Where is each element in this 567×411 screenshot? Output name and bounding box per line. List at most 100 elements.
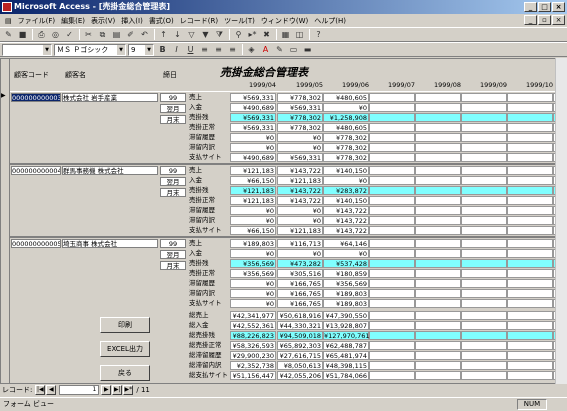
total-cell[interactable]	[369, 361, 415, 370]
amount-cell[interactable]	[507, 93, 553, 102]
spell-check-icon[interactable]: ✓	[63, 29, 76, 41]
total-cell[interactable]	[507, 351, 553, 360]
amount-cell[interactable]	[461, 153, 507, 162]
align-left-icon[interactable]: ≡	[198, 44, 211, 56]
payment-term-field[interactable]: 月末	[160, 261, 186, 270]
new-object-icon[interactable]: ◫	[293, 29, 306, 41]
amount-cell[interactable]	[507, 166, 553, 175]
amount-cell[interactable]	[461, 279, 507, 288]
amount-cell[interactable]	[369, 123, 415, 132]
amount-cell[interactable]: ¥490,689	[230, 103, 276, 112]
amount-cell[interactable]: ¥189,803	[323, 299, 369, 308]
total-cell[interactable]: ¥42,055,206	[277, 371, 323, 380]
amount-cell[interactable]: ¥166,765	[277, 299, 323, 308]
total-cell[interactable]: ¥47,390,550	[323, 311, 369, 320]
total-cell[interactable]	[369, 331, 415, 340]
total-cell[interactable]: ¥44,330,321	[277, 321, 323, 330]
total-cell[interactable]	[369, 351, 415, 360]
amount-cell[interactable]	[369, 249, 415, 258]
amount-cell[interactable]: ¥356,569	[230, 259, 276, 268]
amount-cell[interactable]: ¥0	[277, 249, 323, 258]
payment-term-field[interactable]: 月末	[160, 188, 186, 197]
amount-cell[interactable]: ¥0	[323, 103, 369, 112]
total-cell[interactable]: ¥88,226,823	[230, 331, 276, 340]
maximize-button[interactable]: □	[538, 2, 551, 12]
customer-code-field[interactable]: 000000000003	[11, 93, 61, 102]
amount-cell[interactable]: ¥143,722	[323, 226, 369, 235]
amount-cell[interactable]: ¥283,872	[323, 186, 369, 195]
amount-cell[interactable]	[461, 176, 507, 185]
customer-code-field[interactable]: 000000000005	[11, 239, 61, 248]
italic-icon[interactable]: I	[170, 44, 183, 56]
amount-cell[interactable]	[461, 103, 507, 112]
amount-cell[interactable]: ¥0	[277, 216, 323, 225]
amount-cell[interactable]: ¥143,722	[277, 186, 323, 195]
amount-cell[interactable]	[461, 113, 507, 122]
amount-cell[interactable]	[415, 113, 461, 122]
amount-cell[interactable]	[415, 153, 461, 162]
payment-term-field[interactable]: 翌月	[160, 250, 186, 259]
payment-term-field[interactable]: 翌月	[160, 177, 186, 186]
amount-cell[interactable]	[369, 226, 415, 235]
amount-cell[interactable]	[461, 299, 507, 308]
total-cell[interactable]	[415, 361, 461, 370]
amount-cell[interactable]	[369, 239, 415, 248]
amount-cell[interactable]	[415, 279, 461, 288]
total-cell[interactable]: ¥65,481,974	[323, 351, 369, 360]
amount-cell[interactable]	[415, 186, 461, 195]
menu-item[interactable]: 挿入(I)	[118, 16, 146, 26]
amount-cell[interactable]: ¥1,258,908	[323, 113, 369, 122]
next-record-button[interactable]: ▶	[101, 385, 112, 395]
amount-cell[interactable]	[461, 93, 507, 102]
amount-cell[interactable]	[369, 153, 415, 162]
line-width-icon[interactable]: ▭	[287, 44, 300, 56]
amount-cell[interactable]	[461, 249, 507, 258]
customer-name-field[interactable]: 株式会社 岩手産業	[62, 93, 158, 102]
total-cell[interactable]: ¥48,398,115	[323, 361, 369, 370]
access-app-icon[interactable]	[2, 2, 12, 12]
amount-cell[interactable]	[461, 186, 507, 195]
print-button[interactable]: 印刷	[100, 317, 150, 333]
mdi-minimize-button[interactable]: _	[524, 15, 537, 25]
font-color-icon[interactable]: A	[259, 44, 272, 56]
amount-cell[interactable]: ¥143,722	[277, 166, 323, 175]
menu-item[interactable]: ヘルプ(H)	[311, 16, 349, 26]
sort-desc-icon[interactable]: ↓	[171, 29, 184, 41]
amount-cell[interactable]: ¥490,689	[230, 153, 276, 162]
amount-cell[interactable]	[369, 93, 415, 102]
amount-cell[interactable]: ¥305,516	[277, 269, 323, 278]
amount-cell[interactable]	[461, 133, 507, 142]
menu-item[interactable]: ファイル(F)	[15, 16, 59, 26]
amount-cell[interactable]	[461, 166, 507, 175]
apply-filter-icon[interactable]: ⧩	[213, 29, 226, 41]
menu-item[interactable]: 書式(O)	[146, 16, 177, 26]
payment-term-field[interactable]: 月末	[160, 115, 186, 124]
total-cell[interactable]	[461, 341, 507, 350]
cut-icon[interactable]: ✂	[82, 29, 95, 41]
first-record-button[interactable]: |◀	[35, 385, 46, 395]
filter-selection-icon[interactable]: ▽	[185, 29, 198, 41]
amount-cell[interactable]: ¥121,183	[230, 196, 276, 205]
total-cell[interactable]	[507, 321, 553, 330]
total-cell[interactable]	[369, 341, 415, 350]
close-button[interactable]: ×	[552, 2, 565, 12]
amount-cell[interactable]	[369, 103, 415, 112]
total-cell[interactable]: ¥42,341,977	[230, 311, 276, 320]
amount-cell[interactable]: ¥0	[230, 279, 276, 288]
amount-cell[interactable]	[507, 103, 553, 112]
amount-cell[interactable]: ¥778,302	[323, 153, 369, 162]
current-record-input[interactable]: 1	[59, 385, 100, 395]
paste-icon[interactable]: ▤	[110, 29, 123, 41]
help-icon[interactable]: ?	[312, 29, 325, 41]
back-button[interactable]: 戻る	[100, 365, 150, 381]
amount-cell[interactable]	[369, 176, 415, 185]
amount-cell[interactable]	[369, 113, 415, 122]
amount-cell[interactable]	[507, 206, 553, 215]
filter-form-icon[interactable]: ▼	[199, 29, 212, 41]
payment-term-field[interactable]: 翌月	[160, 104, 186, 113]
amount-cell[interactable]: ¥0	[230, 289, 276, 298]
amount-cell[interactable]: ¥66,150	[230, 226, 276, 235]
amount-cell[interactable]	[461, 196, 507, 205]
new-record-icon[interactable]: ▸*	[246, 29, 259, 41]
amount-cell[interactable]	[507, 279, 553, 288]
